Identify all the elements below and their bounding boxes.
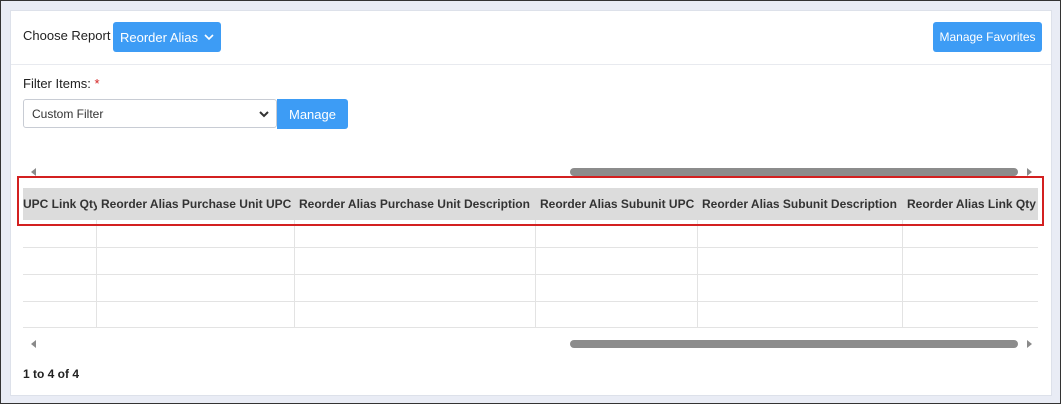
table-row[interactable]	[23, 301, 1038, 302]
filter-select[interactable]: Custom Filter	[23, 99, 277, 128]
window-frame: Choose Report Reorder Alias Manage Favor…	[0, 0, 1061, 404]
column-header[interactable]: Reorder Alias Link Qty	[903, 188, 1038, 220]
filter-items-label: Filter Items: *	[23, 76, 100, 91]
chevron-down-icon	[259, 111, 269, 118]
required-marker: *	[94, 76, 100, 91]
table-row[interactable]	[23, 274, 1038, 275]
grid-header-row: UPC Link Qty Reorder Alias Purchase Unit…	[23, 188, 1038, 220]
chevron-down-icon	[204, 34, 214, 41]
table-row[interactable]	[23, 247, 1038, 248]
column-header[interactable]: UPC Link Qty	[23, 188, 97, 220]
report-dropdown-button[interactable]: Reorder Alias	[113, 22, 221, 52]
scroll-left-arrow-icon[interactable]	[31, 340, 36, 348]
scroll-thumb[interactable]	[570, 340, 1018, 348]
header-divider	[11, 64, 1051, 65]
report-dropdown-label: Reorder Alias	[119, 29, 199, 45]
top-horizontal-scrollbar[interactable]	[23, 167, 1038, 179]
column-header[interactable]: Reorder Alias Subunit UPC	[536, 188, 698, 220]
choose-report-label: Choose Report	[23, 28, 111, 43]
column-header[interactable]: Reorder Alias Purchase Unit Description	[295, 188, 536, 220]
scroll-thumb[interactable]	[570, 168, 1018, 176]
table-row[interactable]	[23, 327, 1038, 328]
manage-filter-button[interactable]: Manage	[277, 99, 348, 129]
pagination-summary: 1 to 4 of 4	[23, 367, 80, 381]
bottom-horizontal-scrollbar[interactable]	[23, 339, 1038, 351]
filter-select-value: Custom Filter	[32, 106, 104, 121]
column-header[interactable]: Reorder Alias Purchase Unit UPC	[97, 188, 295, 220]
column-header[interactable]: Reorder Alias Subunit Description	[698, 188, 903, 220]
scroll-right-arrow-icon[interactable]	[1027, 168, 1032, 176]
manage-favorites-button[interactable]: Manage Favorites	[933, 22, 1042, 52]
data-grid: UPC Link Qty Reorder Alias Purchase Unit…	[23, 188, 1038, 328]
scroll-left-arrow-icon[interactable]	[31, 168, 36, 176]
scroll-right-arrow-icon[interactable]	[1027, 340, 1032, 348]
report-panel: Choose Report Reorder Alias Manage Favor…	[10, 10, 1052, 396]
filter-items-text: Filter Items:	[23, 76, 91, 91]
